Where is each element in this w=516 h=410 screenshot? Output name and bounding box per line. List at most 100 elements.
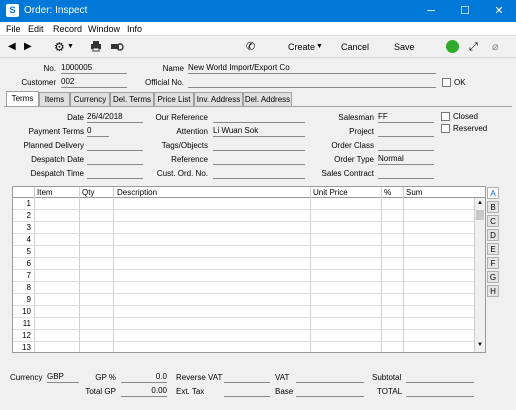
cust-ord-no-label: Cust. Ord. No. xyxy=(156,169,208,178)
row-number: 5 xyxy=(26,247,31,256)
terms-panel: Date 26/4/2018 Payment Terms 0 Planned D… xyxy=(4,106,512,182)
items-grid[interactable]: Item Qty Description Unit Price % Sum 1 … xyxy=(12,186,486,353)
sales-contract-field[interactable] xyxy=(378,168,434,179)
table-row[interactable]: 7 xyxy=(13,270,485,282)
tab-price-list[interactable]: Price List xyxy=(154,92,194,106)
chevron-down-icon[interactable]: ▼ xyxy=(67,40,74,54)
salesman-field[interactable]: FF xyxy=(378,112,434,123)
save-button[interactable]: Save xyxy=(394,40,415,54)
ok-checkbox[interactable] xyxy=(442,78,451,87)
planned-delivery-label: Planned Delivery xyxy=(23,141,84,150)
minimize-button[interactable]: ─ xyxy=(414,0,448,22)
order-type-field[interactable]: Normal xyxy=(378,154,434,165)
gp-percent-label: GP % xyxy=(95,373,116,382)
salesman-label: Salesman xyxy=(338,113,374,122)
print-icon[interactable] xyxy=(90,40,102,54)
despatch-time-label: Despatch Time xyxy=(30,169,84,178)
order-class-field[interactable] xyxy=(378,140,434,151)
project-field[interactable] xyxy=(378,126,434,137)
official-no-label: Official No. xyxy=(145,78,184,87)
table-row[interactable]: 9 xyxy=(13,294,485,306)
currency-field[interactable]: GBP xyxy=(47,372,79,383)
subtotal-field xyxy=(406,372,474,383)
subtotal-label: Subtotal xyxy=(372,373,402,382)
tab-items[interactable]: Items xyxy=(39,92,70,106)
name-field[interactable]: New World Import/Export Co xyxy=(188,63,436,74)
official-no-field[interactable] xyxy=(188,77,436,88)
reserved-checkbox[interactable] xyxy=(441,124,450,133)
menu-edit[interactable]: Edit xyxy=(28,24,44,34)
col-qty-header: Qty xyxy=(82,188,95,197)
cust-ord-no-field[interactable] xyxy=(213,168,305,179)
tab-del-address[interactable]: Del. Address xyxy=(243,92,292,106)
table-row[interactable]: 3 xyxy=(13,222,485,234)
previous-record-icon[interactable]: ◀ xyxy=(8,40,16,54)
our-reference-field[interactable] xyxy=(213,112,305,123)
tab-terms[interactable]: Terms xyxy=(6,91,39,106)
maximize-button[interactable]: ☐ xyxy=(448,0,482,22)
scroll-thumb[interactable] xyxy=(476,210,484,220)
tab-del-terms[interactable]: Del. Terms xyxy=(110,92,154,106)
attention-field[interactable]: Li Wuan Sok xyxy=(213,126,305,137)
phone-icon[interactable]: ✆ xyxy=(246,40,255,54)
base-field xyxy=(296,386,364,397)
despatch-time-field[interactable] xyxy=(87,168,143,179)
side-tab-d[interactable]: D xyxy=(487,229,499,241)
order-number-field[interactable]: 1000005 xyxy=(61,63,127,74)
table-row[interactable]: 5 xyxy=(13,246,485,258)
customer-field[interactable]: 002 xyxy=(61,77,127,88)
side-tab-b[interactable]: B xyxy=(487,201,499,213)
cancel-button[interactable]: Cancel xyxy=(341,40,369,54)
next-record-icon[interactable]: ▶ xyxy=(24,40,32,54)
row-number: 11 xyxy=(22,319,31,328)
despatch-date-field[interactable] xyxy=(87,154,143,165)
ok-label: OK xyxy=(454,78,466,87)
print-preview-icon[interactable] xyxy=(110,40,124,54)
menu-file[interactable]: File xyxy=(6,24,21,34)
status-ok-icon[interactable] xyxy=(446,40,459,53)
table-row[interactable]: 12 xyxy=(13,330,485,342)
col-percent-header: % xyxy=(384,188,392,197)
table-row[interactable]: 1 xyxy=(13,198,485,210)
order-type-label: Order Type xyxy=(334,155,374,164)
side-tab-f[interactable]: F xyxy=(487,257,499,269)
row-number: 12 xyxy=(22,331,31,340)
menu-window[interactable]: Window xyxy=(88,24,120,34)
closed-label: Closed xyxy=(453,112,478,121)
table-row[interactable]: 13 xyxy=(13,342,485,352)
side-tab-h[interactable]: H xyxy=(487,285,499,297)
name-label: Name xyxy=(162,64,184,73)
menu-info[interactable]: Info xyxy=(127,24,142,34)
customer-label: Customer xyxy=(21,78,56,87)
side-tab-e[interactable]: E xyxy=(487,243,499,255)
table-row[interactable]: 8 xyxy=(13,282,485,294)
create-button[interactable]: Create xyxy=(288,40,315,54)
scroll-up-icon[interactable]: ▲ xyxy=(477,200,483,206)
table-row[interactable]: 4 xyxy=(13,234,485,246)
side-tab-a[interactable]: A xyxy=(487,187,499,199)
gear-icon[interactable]: ⚙ xyxy=(54,40,65,54)
reserved-label: Reserved xyxy=(453,124,488,133)
expand-icon[interactable]: ⤢ xyxy=(469,40,478,54)
scroll-down-icon[interactable]: ▼ xyxy=(477,342,483,348)
grid-scrollbar[interactable]: ▲ ▼ xyxy=(474,198,485,352)
close-button[interactable]: ✕ xyxy=(482,0,516,22)
payment-terms-field[interactable]: 0 xyxy=(87,126,109,137)
table-row[interactable]: 2 xyxy=(13,210,485,222)
planned-delivery-field[interactable] xyxy=(87,140,143,151)
menu-record[interactable]: Record xyxy=(53,24,82,34)
side-tab-c[interactable]: C xyxy=(487,215,499,227)
tags-objects-field[interactable] xyxy=(213,140,305,151)
reference-field[interactable] xyxy=(213,154,305,165)
tab-currency[interactable]: Currency xyxy=(70,92,110,106)
table-row[interactable]: 10 xyxy=(13,306,485,318)
date-field[interactable]: 26/4/2018 xyxy=(87,112,143,123)
attachment-icon[interactable]: ⌀ xyxy=(492,40,499,54)
tab-inv-address[interactable]: Inv. Address xyxy=(194,92,243,106)
create-dropdown-icon[interactable]: ▼ xyxy=(316,40,323,54)
closed-checkbox[interactable] xyxy=(441,112,450,121)
our-reference-label: Our Reference xyxy=(155,113,208,122)
table-row[interactable]: 11 xyxy=(13,318,485,330)
side-tab-g[interactable]: G xyxy=(487,271,499,283)
table-row[interactable]: 6 xyxy=(13,258,485,270)
